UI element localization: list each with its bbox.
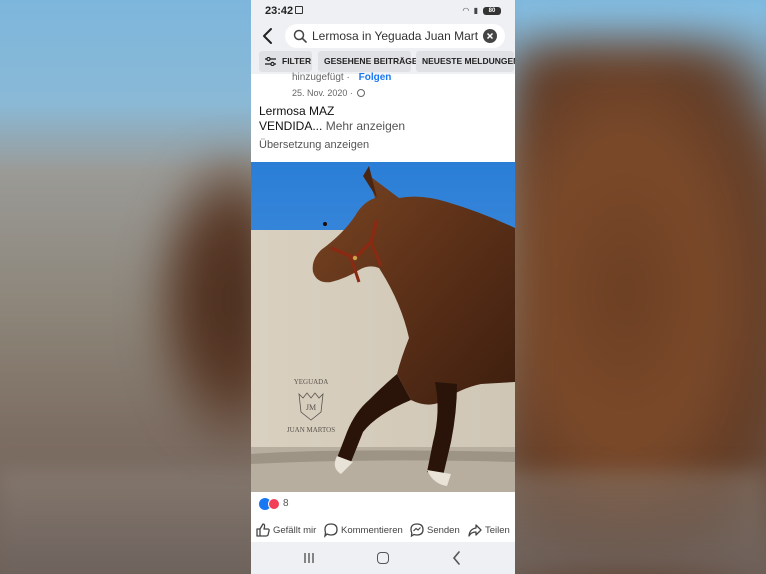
- seen-posts-chip[interactable]: GESEHENE BEITRÄGE: [318, 51, 418, 72]
- like-button[interactable]: Gefällt mir: [255, 522, 321, 540]
- filter-chip[interactable]: FILTER: [259, 51, 312, 72]
- send-button[interactable]: Senden: [409, 522, 460, 540]
- clear-search-icon[interactable]: [483, 29, 497, 43]
- post-title: Lermosa MAZ: [259, 104, 335, 118]
- recent-apps-icon[interactable]: [303, 552, 315, 564]
- share-label: Teilen: [485, 525, 510, 536]
- home-icon[interactable]: [377, 552, 389, 564]
- comment-bubble-icon: [324, 523, 338, 538]
- search-icon: [293, 29, 307, 43]
- wifi-signal-icon: ◠ ▮: [462, 6, 479, 15]
- thumbs-up-icon: [256, 523, 270, 537]
- post-date: 25. Nov. 2020 ·: [292, 88, 366, 98]
- globe-icon: [357, 89, 366, 97]
- watermark-line2: JUAN MARTOS: [287, 426, 335, 434]
- watermark-line1: YEGUADA: [294, 378, 329, 386]
- reaction-count: 8: [283, 498, 289, 509]
- post-body-text: VENDIDA...: [259, 119, 323, 133]
- sliders-icon: [265, 57, 276, 66]
- nav-back-icon[interactable]: [451, 551, 463, 565]
- back-arrow-icon[interactable]: [259, 26, 277, 46]
- system-nav-bar: [251, 542, 515, 574]
- post-author-line: hinzugefügt · Folgen: [292, 72, 391, 83]
- post-date-text: 25. Nov. 2020 ·: [292, 88, 353, 98]
- comment-label: Kommentieren: [341, 525, 403, 536]
- share-arrow-icon: [468, 524, 482, 537]
- follow-link[interactable]: Folgen: [359, 72, 392, 83]
- share-button[interactable]: Teilen: [467, 522, 513, 540]
- like-label: Gefällt mir: [273, 525, 317, 536]
- love-reaction-icon: [268, 498, 280, 510]
- latest-news-chip[interactable]: NEUESTE MELDUNGEN: [416, 51, 515, 72]
- see-more-link[interactable]: Mehr anzeigen: [326, 119, 405, 133]
- send-label: Senden: [427, 525, 460, 536]
- messenger-icon: [410, 523, 424, 538]
- phone-screen: 23:42 ◠ ▮ 80 Lermosa in Yeguada Juan Mar…: [251, 0, 515, 574]
- search-header: Lermosa in Yeguada Juan Martos: [251, 22, 515, 50]
- watermark-monogram: JM: [306, 403, 316, 412]
- filter-chip-label: FILTER: [282, 56, 312, 66]
- see-translation-link[interactable]: Übersetzung anzeigen: [259, 139, 369, 151]
- filter-chips: FILTER GESEHENE BEITRÄGE NEUESTE MELDUNG…: [251, 50, 515, 74]
- battery-icon: 80: [483, 7, 501, 15]
- gallery-notification-icon: [295, 6, 303, 14]
- post-actions: Gefällt mir Kommentieren Senden Teilen: [251, 518, 515, 542]
- post-meta-text: hinzugefügt ·: [292, 72, 350, 83]
- status-time: 23:42: [265, 5, 294, 17]
- post-body: VENDIDA... Mehr anzeigen: [259, 119, 405, 133]
- comment-button[interactable]: Kommentieren: [323, 522, 403, 540]
- search-query: Lermosa in Yeguada Juan Martos: [312, 29, 478, 43]
- search-input[interactable]: Lermosa in Yeguada Juan Martos: [285, 24, 505, 48]
- post-photo-horse[interactable]: YEGUADA JM JUAN MARTOS: [251, 162, 515, 492]
- status-bar: 23:42 ◠ ▮ 80: [251, 0, 515, 22]
